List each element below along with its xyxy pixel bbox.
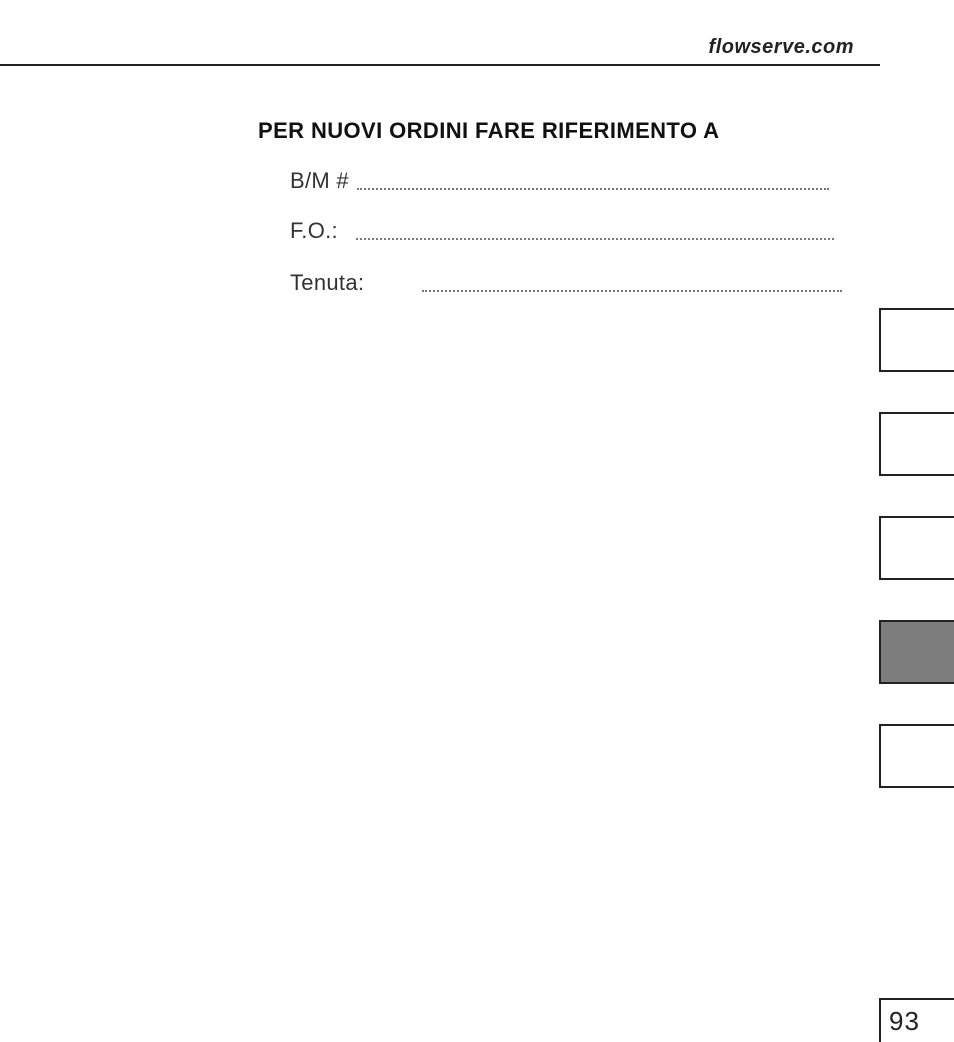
fo-fill-line <box>356 238 834 240</box>
field-row-tenuta: Tenuta: <box>290 270 842 296</box>
header-divider <box>0 64 880 66</box>
side-tab-5[interactable] <box>879 724 954 788</box>
bm-label: B/M # <box>290 168 349 194</box>
side-tab-2[interactable] <box>879 412 954 476</box>
fo-label: F.O.: <box>290 218 338 244</box>
document-page: flowserve.com PER NUOVI ORDINI FARE RIFE… <box>0 0 954 1042</box>
header-url: flowserve.com <box>709 36 854 59</box>
tenuta-label: Tenuta: <box>290 270 364 296</box>
tenuta-fill-line <box>422 290 842 292</box>
side-tabs <box>879 308 954 788</box>
page-number-box: 93 <box>879 998 954 1042</box>
side-tab-3[interactable] <box>879 516 954 580</box>
field-row-bm: B/M # <box>290 168 829 194</box>
side-tab-4[interactable] <box>879 620 954 684</box>
page-number: 93 <box>889 1006 920 1037</box>
side-tab-1[interactable] <box>879 308 954 372</box>
bm-fill-line <box>357 188 829 190</box>
field-row-fo: F.O.: <box>290 218 834 244</box>
page-title: PER NUOVI ORDINI FARE RIFERIMENTO A <box>258 118 719 144</box>
